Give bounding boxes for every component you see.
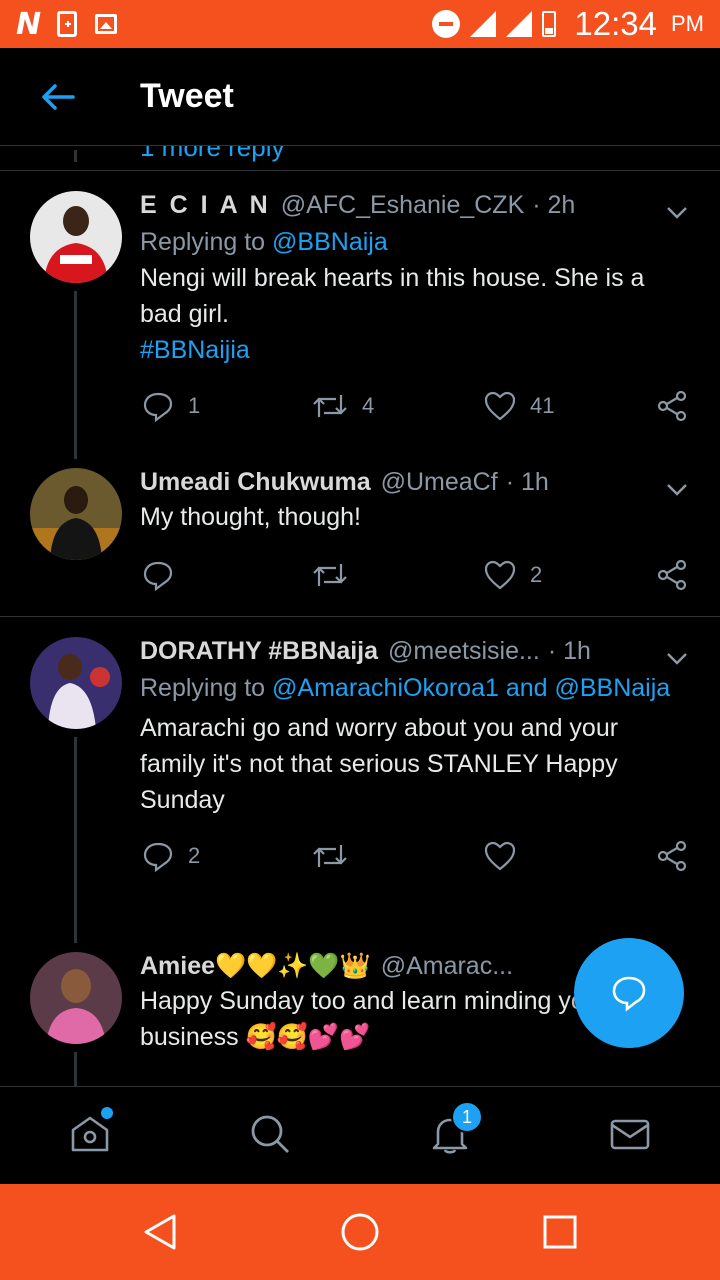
status-bar: N 3G 12:34 PM: [0, 0, 720, 48]
author-handle[interactable]: @Amarac...: [381, 952, 513, 981]
carrier-icon: N: [16, 6, 41, 42]
reply-button[interactable]: [142, 559, 188, 591]
avatar[interactable]: [30, 952, 122, 1044]
chevron-down-icon[interactable]: [664, 476, 690, 502]
like-button[interactable]: 41: [484, 391, 554, 421]
back-button[interactable]: [28, 67, 88, 127]
tweet-time: · 1h: [505, 468, 549, 496]
reply-icon: [143, 842, 173, 872]
tweet-text: Amarachi go and worry about you and your…: [140, 714, 619, 814]
nav-messages[interactable]: [607, 1111, 653, 1157]
share-button[interactable]: [656, 390, 688, 422]
like-count: 41: [530, 393, 555, 418]
replying-to: Replying to @AmarachiOkoroa1 and @BBNaij…: [140, 670, 690, 706]
retweet-count: 4: [362, 393, 375, 418]
author-name[interactable]: Umeadi Chukwuma: [140, 468, 371, 497]
triangle-back-icon: [144, 1214, 176, 1250]
reply-fab-button[interactable]: [574, 938, 684, 1048]
share-icon: [657, 840, 687, 872]
chevron-down-icon[interactable]: [664, 645, 690, 671]
mention-link[interactable]: @BBNaija: [272, 228, 388, 256]
tweet-time: · 2h: [532, 191, 576, 219]
share-button[interactable]: [656, 559, 688, 591]
tweet-text: My thought, though!: [140, 503, 361, 531]
share-icon: [657, 559, 687, 591]
health-icon: [57, 11, 78, 37]
clock-ampm: PM: [671, 11, 704, 36]
new-content-dot: [101, 1107, 113, 1119]
system-nav-bar: [0, 1184, 720, 1280]
author-name[interactable]: E C I A N: [140, 191, 271, 220]
avatar[interactable]: [30, 637, 122, 729]
share-icon: [657, 390, 687, 422]
thread-line: [74, 291, 77, 459]
hashtag-link[interactable]: #BBNaijia: [140, 332, 690, 368]
mail-icon: [610, 1119, 650, 1150]
bottom-nav: 1: [0, 1086, 720, 1184]
more-replies-link-peek[interactable]: 1 more reply: [0, 146, 720, 168]
mention-link[interactable]: @AmarachiOkoroa1 and @BBNaija: [272, 674, 670, 702]
tweet[interactable]: DORATHY #BBNaija @meetsisie... · 1h Repl…: [0, 616, 720, 943]
image-notification-icon: [95, 14, 118, 34]
retweet-icon: [313, 845, 347, 867]
reply-icon: [143, 561, 173, 591]
retweet-button[interactable]: [312, 841, 362, 871]
tweet[interactable]: Umeadi Chukwuma @UmeaCf · 1h My thought,…: [0, 448, 720, 616]
notification-badge: 1: [451, 1101, 483, 1133]
tweet[interactable]: E C I A N @AFC_Eshanie_CZK · 2h Replying…: [0, 170, 720, 459]
heart-icon: [484, 391, 516, 421]
replying-to-label: Replying to: [140, 674, 266, 702]
reply-icon: [143, 392, 173, 422]
author-name[interactable]: DORATHY #BBNaija: [140, 637, 378, 666]
author-name[interactable]: Amiee💛💛✨💚👑: [140, 952, 371, 981]
battery-icon: [542, 11, 557, 37]
app-header: Tweet: [0, 48, 720, 146]
system-back-button[interactable]: [140, 1212, 180, 1252]
thread-line: [74, 150, 77, 162]
reply-count: 1: [188, 393, 201, 418]
replying-to: Replying to @BBNaija: [140, 224, 690, 260]
like-button[interactable]: 2: [484, 560, 542, 590]
do-not-disturb-icon: [432, 10, 461, 38]
nav-notifications[interactable]: 1: [427, 1101, 483, 1157]
signal-3g-icon: 3G: [468, 0, 497, 37]
chevron-down-icon[interactable]: [664, 199, 690, 225]
clock: 12:34: [574, 5, 657, 42]
tweet-text: Nengi will break hearts in this house. S…: [140, 264, 645, 328]
retweet-button[interactable]: [312, 560, 362, 590]
system-home-button[interactable]: [340, 1212, 380, 1252]
avatar[interactable]: [30, 191, 122, 283]
avatar[interactable]: [30, 468, 122, 560]
arrow-left-icon: [42, 83, 75, 110]
circle-home-icon: [341, 1213, 379, 1251]
thread-line: [74, 737, 77, 943]
heart-icon: [484, 841, 516, 871]
system-recents-button[interactable]: [540, 1212, 580, 1252]
tweet-time: · 1h: [547, 637, 591, 665]
share-button[interactable]: [656, 840, 688, 872]
reply-icon: [612, 976, 646, 1012]
square-recents-icon: [543, 1215, 577, 1249]
nav-home[interactable]: [67, 1107, 113, 1157]
retweet-button[interactable]: 4: [312, 391, 374, 421]
search-icon: [251, 1115, 289, 1153]
retweet-icon: [313, 395, 347, 417]
like-button[interactable]: [484, 841, 530, 871]
retweet-icon: [313, 564, 347, 586]
reply-button[interactable]: 1: [142, 390, 200, 422]
page-title: Tweet: [140, 77, 234, 115]
reply-button[interactable]: 2: [142, 840, 200, 872]
more-replies-label: 1 more reply: [140, 146, 285, 162]
network-label: 3G: [468, 0, 483, 1]
signal-icon: [506, 11, 533, 37]
author-handle[interactable]: @UmeaCf: [381, 468, 498, 497]
author-handle[interactable]: @meetsisie...: [388, 637, 540, 666]
author-handle[interactable]: @AFC_Eshanie_CZK: [281, 191, 525, 220]
heart-icon: [484, 560, 516, 590]
reply-count: 2: [188, 843, 201, 868]
nav-search[interactable]: [247, 1111, 293, 1157]
replying-to-label: Replying to: [140, 228, 266, 256]
like-count: 2: [530, 562, 543, 587]
thread-line: [74, 1052, 77, 1086]
